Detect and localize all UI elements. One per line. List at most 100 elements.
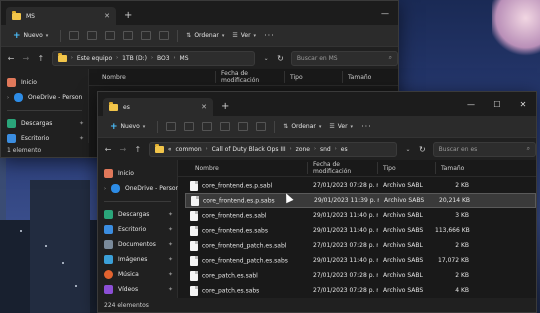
chevron-down-icon: ▾ — [350, 123, 354, 130]
new-button[interactable]: + Nuevo ▾ — [9, 31, 52, 41]
breadcrumb-item[interactable]: MS — [180, 55, 189, 62]
new-tab-button[interactable]: + — [221, 101, 229, 112]
file-row[interactable]: core_patch.es.sabs 27/01/2023 07:28 p. m.… — [185, 283, 536, 298]
tab-ms[interactable]: MS ✕ — [6, 7, 116, 25]
file-row[interactable]: core_frontend.es.p.sabl 27/01/2023 07:28 … — [185, 178, 536, 193]
sidebar-item-descargas[interactable]: Descargas ✦ — [1, 116, 88, 131]
sidebar-item-onedrive[interactable]: › OneDrive - Person — [1, 90, 88, 105]
breadcrumb-item[interactable]: common — [175, 146, 201, 153]
delete-icon[interactable] — [256, 122, 267, 131]
sidebar-item-musica[interactable]: Música ✦ — [98, 267, 177, 282]
copy-icon[interactable] — [87, 31, 98, 40]
sort-dropdown[interactable]: ⇅ Ordenar ▾ — [186, 32, 224, 39]
chevron-down-icon: ▾ — [221, 32, 225, 39]
paste-icon[interactable] — [202, 122, 213, 131]
back-arrow-icon[interactable]: ← — [104, 145, 112, 154]
sidebar-item-label: OneDrive - Person — [28, 94, 83, 101]
close-tab-icon[interactable]: ✕ — [201, 103, 207, 111]
more-options-button[interactable]: ··· — [264, 31, 275, 40]
status-bar: 224 elementos — [98, 298, 536, 312]
sidebar-item-escritorio[interactable]: Escritorio ✦ — [98, 222, 177, 237]
breadcrumb-item[interactable]: snd — [320, 146, 331, 153]
sidebar-item-descargas[interactable]: Descargas ✦ — [98, 207, 177, 222]
file-name-cell: core_patch.es.sabl — [185, 270, 308, 281]
dropdown-chevron-icon[interactable]: ⌄ — [262, 55, 270, 62]
rename-icon[interactable] — [123, 31, 134, 40]
plus-icon: + — [13, 30, 21, 41]
breadcrumb-item[interactable]: BO3 — [157, 55, 170, 62]
file-row[interactable]: core_frontend.es.sabs 29/01/2023 11:40 p.… — [185, 223, 536, 238]
file-row[interactable]: core_frontend.es.p.sabs 29/01/2023 11:39 … — [185, 193, 536, 208]
column-header-type[interactable]: Tipo — [378, 162, 436, 174]
explorer-window-es: es ✕ + — ☐ ✕ + Nuevo ▾ ⇅ Ordenar ▾ ☰ Ver… — [97, 91, 537, 313]
column-header-name[interactable]: Nombre — [190, 162, 308, 174]
more-options-button[interactable]: ··· — [361, 122, 372, 131]
close-tab-icon[interactable]: ✕ — [104, 12, 110, 20]
chevron-down-icon: ▾ — [142, 123, 146, 130]
divider — [60, 29, 62, 42]
forward-arrow-icon[interactable]: → — [119, 145, 127, 154]
sidebar-item-documentos[interactable]: Documentos ✦ — [98, 237, 177, 252]
search-input[interactable]: Buscar en es ⌕ — [432, 141, 536, 157]
cut-icon[interactable] — [166, 122, 177, 131]
paste-icon[interactable] — [105, 31, 116, 40]
column-header-name[interactable]: Nombre — [97, 71, 216, 83]
address-bar[interactable]: « common › Call of Duty Black Ops III › … — [148, 141, 398, 157]
file-row[interactable]: core_frontend.es.sabl 29/01/2023 11:40 p.… — [185, 208, 536, 223]
address-bar[interactable]: › Este equipo › 1TB (D:) › BO3 › MS — [51, 50, 256, 66]
search-input[interactable]: Buscar en MS ⌕ — [290, 50, 398, 66]
breadcrumb-item[interactable]: zone — [296, 146, 310, 153]
minimize-button[interactable]: — — [372, 1, 398, 25]
copy-icon[interactable] — [184, 122, 195, 131]
column-header-date[interactable]: Fecha de modificación — [216, 70, 285, 84]
sidebar-item-videos[interactable]: Vídeos ✦ — [98, 282, 177, 297]
forward-arrow-icon[interactable]: → — [22, 54, 30, 63]
sidebar-item-inicio[interactable]: Inicio — [1, 75, 88, 90]
minimize-button[interactable]: — — [458, 92, 484, 116]
tab-es[interactable]: es ✕ — [103, 98, 213, 116]
file-type: Archivo SABL — [383, 182, 423, 189]
view-icon: ☰ — [232, 32, 238, 39]
sort-label: Ordenar — [194, 32, 219, 39]
breadcrumb-item[interactable]: Call of Duty Black Ops III — [212, 146, 286, 153]
column-header-type[interactable]: Tipo — [285, 71, 343, 83]
up-arrow-icon[interactable]: ↑ — [37, 54, 45, 63]
file-date: 29/01/2023 11:40 p. m. — [313, 212, 378, 219]
sidebar-item-inicio[interactable]: Inicio — [98, 166, 177, 181]
refresh-icon[interactable]: ↻ — [419, 145, 426, 154]
file-name: core_frontend.es.sabs — [202, 227, 268, 234]
file-icon — [190, 255, 198, 266]
sidebar-item-imagenes[interactable]: Imágenes ✦ — [98, 252, 177, 267]
cut-icon[interactable] — [69, 31, 80, 40]
sidebar-item-onedrive[interactable]: › OneDrive - Person — [98, 181, 179, 196]
maximize-button[interactable]: ☐ — [484, 92, 510, 116]
file-row[interactable]: core_frontend_patch.es.sabs 29/01/2023 11… — [185, 253, 536, 268]
column-header-size[interactable]: Tamaño — [343, 71, 387, 83]
back-arrow-icon[interactable]: ← — [7, 54, 15, 63]
file-row[interactable]: core_patch.es.sabl 27/01/2023 07:28 p. m.… — [185, 268, 536, 283]
desktop-icon — [104, 225, 113, 234]
view-dropdown[interactable]: ☰ Ver ▾ — [232, 32, 256, 39]
file-row[interactable]: core_frontend_patch.es.sabl 27/01/2023 07… — [185, 238, 536, 253]
share-icon[interactable] — [141, 31, 152, 40]
view-dropdown[interactable]: ☰ Ver ▾ — [329, 123, 353, 130]
new-button[interactable]: + Nuevo ▾ — [106, 122, 149, 132]
refresh-icon[interactable]: ↻ — [277, 54, 284, 63]
up-arrow-icon[interactable]: ↑ — [134, 145, 142, 154]
close-button[interactable]: ✕ — [510, 92, 536, 116]
share-icon[interactable] — [238, 122, 249, 131]
sort-dropdown[interactable]: ⇅ Ordenar ▾ — [283, 123, 321, 130]
navigation-pane: Inicio › OneDrive - Person Descargas ✦ E… — [98, 160, 179, 298]
breadcrumb-item[interactable]: es — [341, 146, 348, 153]
column-header-size[interactable]: Tamaño — [436, 162, 484, 174]
new-tab-button[interactable]: + — [124, 10, 132, 21]
breadcrumb-item[interactable]: Este equipo — [77, 55, 112, 62]
dropdown-chevron-icon[interactable]: ⌄ — [404, 146, 412, 153]
breadcrumb-item[interactable]: 1TB (D:) — [122, 55, 147, 62]
file-type: Archivo SABL — [383, 212, 423, 219]
column-header-date[interactable]: Fecha de modificación — [308, 161, 378, 175]
delete-icon[interactable] — [159, 31, 170, 40]
sidebar-item-label: Imágenes — [118, 256, 148, 263]
breadcrumb-overflow[interactable]: « — [168, 146, 172, 153]
rename-icon[interactable] — [220, 122, 231, 131]
